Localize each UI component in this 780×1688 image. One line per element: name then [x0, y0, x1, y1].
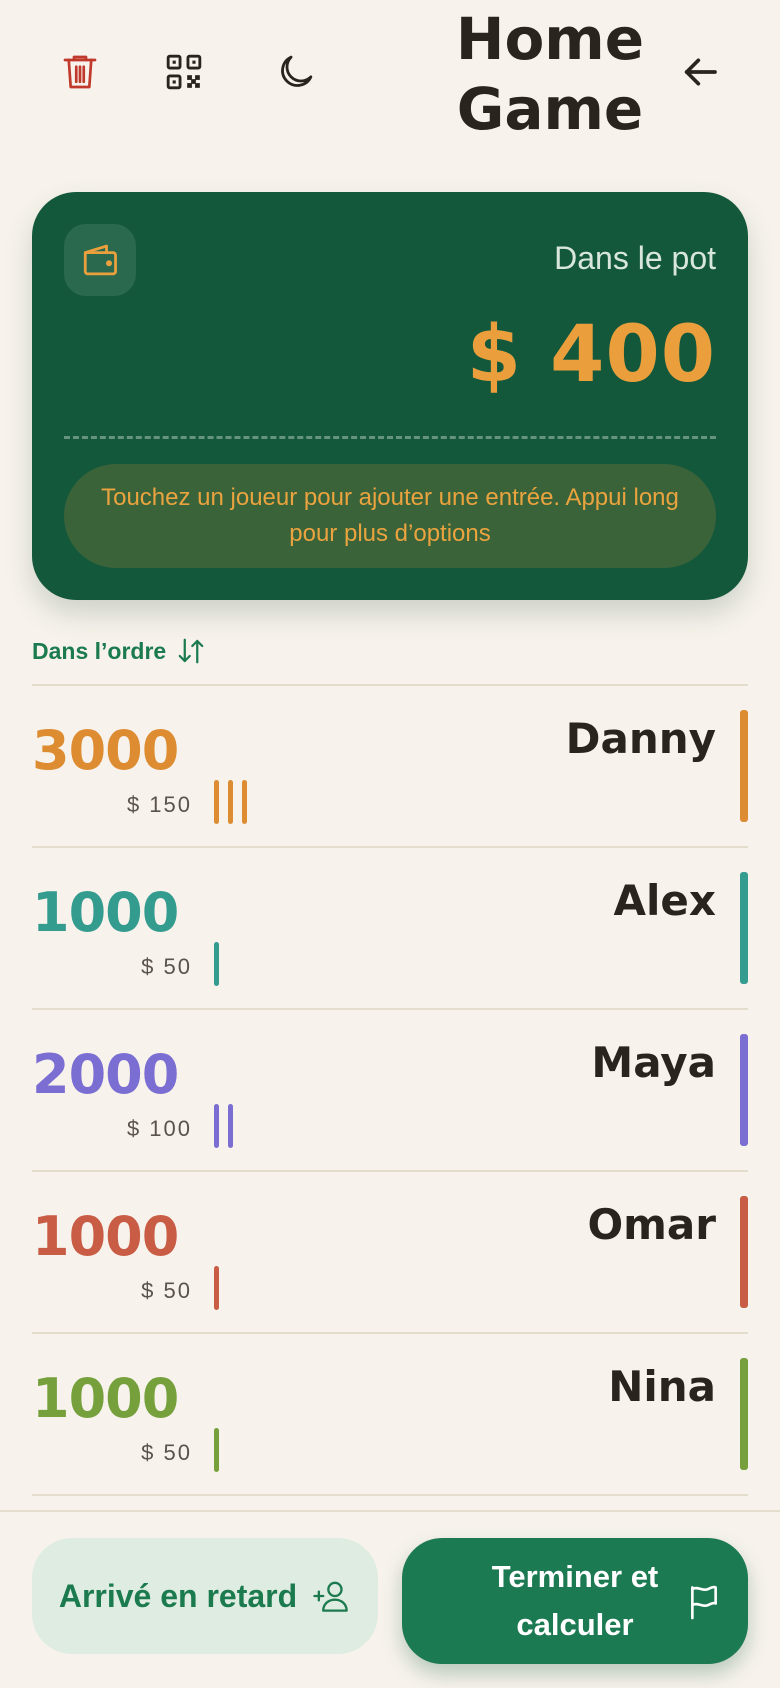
theme-toggle-button[interactable] — [264, 40, 328, 104]
player-row-nina[interactable]: 1000 $ 50 Nina — [32, 1334, 748, 1496]
hint-text: Touchez un joueur pour ajouter une entré… — [101, 484, 679, 547]
moon-icon — [281, 55, 313, 87]
player-row-omar[interactable]: 1000 $ 50 Omar — [32, 1172, 748, 1334]
entry-ticks — [214, 1266, 219, 1310]
player-color-bar — [740, 710, 748, 822]
wallet-badge — [64, 224, 136, 296]
entry-ticks — [214, 1428, 219, 1472]
pot-card: Dans le pot $ 400 Touchez un joueur pour… — [32, 192, 748, 600]
bottom-action-bar: Arrivé en retard Terminer et calculer — [0, 1510, 780, 1688]
entry-tick — [214, 780, 219, 824]
buy-in-amount: $ 50 — [141, 954, 192, 979]
buy-in-amount: $ 100 — [126, 1116, 192, 1141]
hint-banner: Touchez un joueur pour ajouter une entré… — [64, 464, 716, 568]
pot-label: Dans le pot — [554, 240, 716, 276]
buy-in-amount: $ 50 — [141, 1278, 192, 1303]
qr-code-icon — [166, 54, 202, 90]
entry-tick — [214, 942, 219, 986]
chip-count: 1000 — [32, 881, 179, 944]
entry-tick — [214, 1428, 219, 1472]
pot-divider — [64, 436, 716, 439]
buy-in-amount: $ 150 — [126, 792, 192, 817]
flag-icon — [691, 1585, 717, 1620]
late-arrival-button[interactable]: Arrivé en retard — [32, 1538, 378, 1654]
header: Home Game — [0, 0, 780, 150]
player-color-bar — [740, 872, 748, 984]
player-name: Maya — [591, 1038, 716, 1087]
player-row-alex[interactable]: 1000 $ 50 Alex — [32, 848, 748, 1010]
player-name: Alex — [613, 876, 716, 925]
entry-tick — [214, 1266, 219, 1310]
trash-icon — [63, 55, 97, 89]
player-color-bar — [740, 1358, 748, 1470]
delete-button[interactable] — [48, 40, 112, 104]
player-name: Danny — [565, 714, 716, 763]
late-arrival-label: Arrivé en retard — [58, 1577, 298, 1614]
player-row-maya[interactable]: 2000 $ 100 Maya — [32, 1010, 748, 1172]
arrow-left-icon — [684, 58, 717, 86]
player-color-bar — [740, 1196, 748, 1308]
entry-ticks — [214, 780, 247, 824]
sort-arrows-icon — [178, 638, 204, 664]
finish-label: Terminer et calculer — [491, 1559, 659, 1642]
add-user-icon — [313, 1581, 348, 1612]
player-name: Omar — [587, 1200, 716, 1249]
back-button[interactable] — [668, 40, 732, 104]
entry-ticks — [214, 942, 219, 986]
entry-tick — [228, 1104, 233, 1148]
sort-toggle[interactable]: Dans l’ordre — [32, 634, 206, 668]
player-list: 3000 $ 150 Danny 1000 $ 50 Alex 2000 $ 1… — [32, 684, 748, 1496]
sort-label: Dans l’ordre — [32, 637, 167, 664]
qr-code-button[interactable] — [152, 40, 216, 104]
pot-amount: $ 400 — [466, 310, 716, 400]
chip-count: 2000 — [32, 1043, 179, 1106]
wallet-icon — [83, 244, 117, 276]
chip-count: 1000 — [32, 1367, 179, 1430]
player-row-danny[interactable]: 3000 $ 150 Danny — [32, 686, 748, 848]
finish-calculate-button[interactable]: Terminer et calculer — [402, 1538, 748, 1664]
page-title: Home Game — [455, 5, 645, 143]
entry-tick — [228, 780, 233, 824]
entry-tick — [242, 780, 247, 824]
buy-in-amount: $ 50 — [141, 1440, 192, 1465]
player-name: Nina — [608, 1362, 716, 1411]
entry-tick — [214, 1104, 219, 1148]
chip-count: 1000 — [32, 1205, 179, 1268]
player-color-bar — [740, 1034, 748, 1146]
chip-count: 3000 — [32, 719, 179, 782]
entry-ticks — [214, 1104, 233, 1148]
